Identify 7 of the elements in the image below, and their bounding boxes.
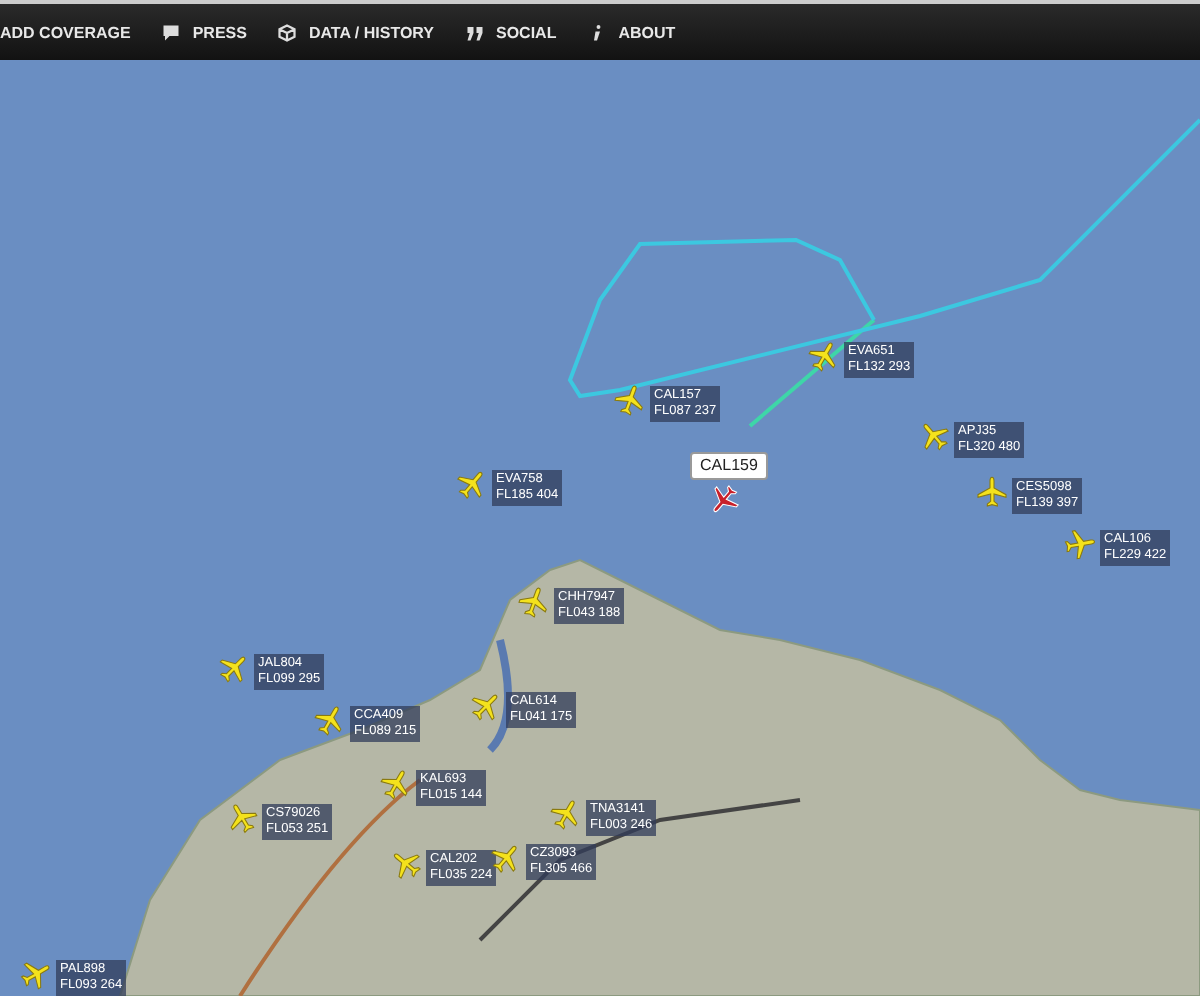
nav-link[interactable]: SOCIAL xyxy=(466,23,557,41)
nav-link[interactable]: ABOUT xyxy=(588,23,676,41)
nav-link[interactable]: DATA / HISTORY xyxy=(278,23,434,41)
flight-label[interactable]: CAL159 xyxy=(690,452,768,480)
flight-callsign: CAL159 xyxy=(700,456,758,476)
nav-link[interactable]: ADD COVERAGE xyxy=(0,23,131,41)
nav-link[interactable]: PRESS xyxy=(162,23,247,41)
